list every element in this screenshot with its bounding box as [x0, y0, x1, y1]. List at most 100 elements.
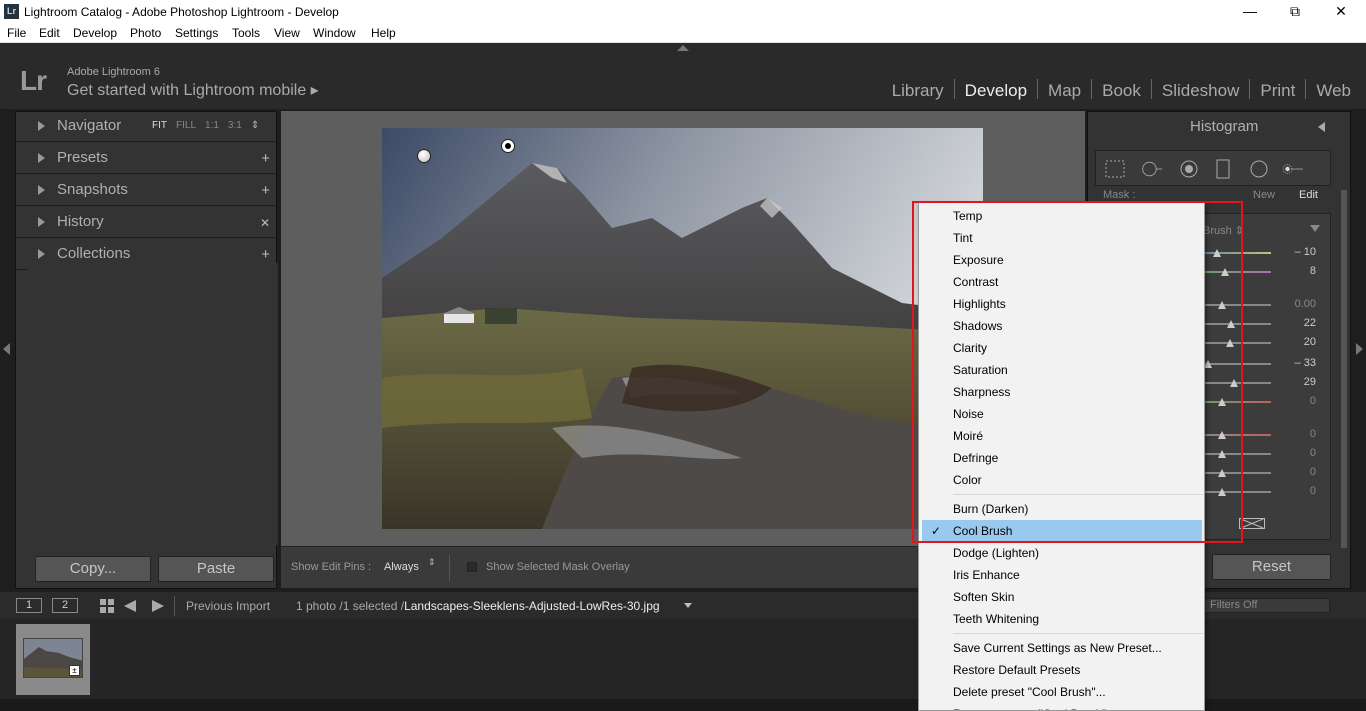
paste-button[interactable]: Paste [158, 556, 274, 582]
menu-item-rename-preset[interactable]: Rename preset "Cool Brush"... [919, 703, 1204, 710]
menu-item-highlights[interactable]: Highlights [919, 293, 1204, 315]
menu-file[interactable]: File [7, 23, 26, 40]
crop-tool-icon[interactable] [1104, 159, 1126, 179]
sharpness-slider-thumb[interactable] [1218, 431, 1226, 439]
moire-slider[interactable] [1205, 472, 1271, 474]
close-icon[interactable]: ✕ [1318, 0, 1364, 23]
saturation-value[interactable]: 0 [1280, 395, 1316, 407]
collapse-triangle-icon[interactable] [1318, 122, 1325, 132]
add-preset-icon[interactable]: + [261, 150, 270, 167]
module-print[interactable]: Print [1260, 81, 1295, 101]
menu-item-restore-presets[interactable]: Restore Default Presets [919, 659, 1204, 681]
landscape-photo[interactable] [382, 128, 983, 529]
tint-value[interactable]: 8 [1280, 265, 1316, 277]
graduated-filter-icon[interactable] [1212, 159, 1234, 179]
module-library[interactable]: Library [892, 81, 944, 101]
shadows-value[interactable]: – 33 [1280, 357, 1316, 369]
noise-slider[interactable] [1205, 453, 1271, 455]
sharpness-slider[interactable] [1205, 434, 1271, 436]
menu-item-teeth-whitening[interactable]: Teeth Whitening [919, 608, 1204, 630]
sharpness-value[interactable]: 0 [1280, 428, 1316, 440]
menu-tools[interactable]: Tools [232, 23, 260, 40]
contrast-slider[interactable] [1205, 323, 1271, 325]
show-edit-pins-select[interactable]: Always [384, 561, 419, 573]
zoom-3-1[interactable]: 3:1 [228, 120, 242, 131]
shadows-slider-thumb[interactable] [1204, 360, 1212, 368]
tint-slider[interactable] [1205, 271, 1271, 273]
collapse-left-panel-icon[interactable] [3, 343, 10, 355]
zoom-arrow-icon[interactable]: ⇕ [251, 120, 259, 131]
contrast-slider-thumb[interactable] [1227, 320, 1235, 328]
effect-selector[interactable]: Brush ⇕ [1203, 224, 1244, 237]
copy-button[interactable]: Copy... [35, 556, 151, 582]
menu-item-iris-enhance[interactable]: Iris Enhance [919, 564, 1204, 586]
selected-filename[interactable]: Landscapes-Sleeklens-Adjusted-LowRes-30.… [404, 599, 659, 613]
history-header[interactable]: History ✕ [16, 208, 278, 238]
grid-view-icon[interactable] [100, 599, 114, 613]
next-arrow-icon[interactable] [152, 600, 164, 612]
saturation-slider[interactable] [1205, 401, 1271, 403]
menu-settings[interactable]: Settings [175, 23, 218, 40]
spot-removal-icon[interactable] [1141, 159, 1163, 179]
collapse-right-panel-icon[interactable] [1356, 343, 1363, 355]
menu-item-burn-darken[interactable]: Burn (Darken) [919, 498, 1204, 520]
secondary-window-button[interactable]: 2 [52, 598, 78, 613]
highlights-value[interactable]: 20 [1280, 336, 1316, 348]
menu-item-moire[interactable]: Moiré [919, 425, 1204, 447]
adjustment-pin-selected[interactable] [501, 139, 515, 153]
menu-item-soften-skin[interactable]: Soften Skin [919, 586, 1204, 608]
snapshots-header[interactable]: Snapshots + [16, 176, 278, 206]
adjustment-brush-icon[interactable] [1282, 159, 1304, 179]
add-collection-icon[interactable]: + [261, 246, 270, 263]
menu-window[interactable]: Window [313, 23, 356, 40]
menu-item-clarity[interactable]: Clarity [919, 337, 1204, 359]
menu-item-exposure[interactable]: Exposure [919, 249, 1204, 271]
minimize-icon[interactable]: — [1227, 0, 1273, 23]
noise-slider-thumb[interactable] [1218, 450, 1226, 458]
module-book[interactable]: Book [1102, 81, 1141, 101]
zoom-fill[interactable]: FILL [176, 120, 196, 131]
defringe-value[interactable]: 0 [1280, 485, 1316, 497]
brush-color-swatch[interactable] [1239, 518, 1265, 529]
previous-arrow-icon[interactable] [124, 600, 136, 612]
red-eye-icon[interactable] [1178, 159, 1200, 179]
module-develop[interactable]: Develop [965, 81, 1027, 101]
module-map[interactable]: Map [1048, 81, 1081, 101]
menu-item-cool-brush[interactable]: ✓ Cool Brush [922, 520, 1202, 542]
module-web[interactable]: Web [1316, 81, 1351, 101]
menu-item-defringe[interactable]: Defringe [919, 447, 1204, 469]
main-window-button[interactable]: 1 [16, 598, 42, 613]
exposure-slider[interactable] [1205, 304, 1271, 306]
effect-dropdown-icon[interactable] [1310, 225, 1320, 232]
menu-item-noise[interactable]: Noise [919, 403, 1204, 425]
menu-item-temp[interactable]: Temp [919, 205, 1204, 227]
clear-history-icon[interactable]: ✕ [260, 216, 270, 230]
zoom-fit[interactable]: FIT [152, 120, 167, 131]
histogram-header[interactable]: Histogram [1190, 118, 1258, 135]
navigator-header[interactable]: Navigator FIT FILL 1:1 3:1 ⇕ [16, 112, 278, 142]
menu-help[interactable]: Help [371, 23, 396, 40]
exposure-value[interactable]: 0.00 [1280, 298, 1316, 310]
menu-item-sharpness[interactable]: Sharpness [919, 381, 1204, 403]
highlights-slider-thumb[interactable] [1226, 339, 1234, 347]
noise-value[interactable]: 0 [1280, 447, 1316, 459]
menu-develop[interactable]: Develop [73, 23, 117, 40]
right-panel-scrollbar[interactable] [1341, 190, 1347, 548]
menu-view[interactable]: View [274, 23, 300, 40]
zoom-1-1[interactable]: 1:1 [205, 120, 219, 131]
shadows-slider[interactable] [1205, 363, 1271, 365]
menu-item-saturation[interactable]: Saturation [919, 359, 1204, 381]
filter-select[interactable]: Filters Off [1204, 598, 1330, 613]
contrast-value[interactable]: 22 [1280, 317, 1316, 329]
highlights-slider[interactable] [1205, 342, 1271, 344]
clarity-value[interactable]: 29 [1280, 376, 1316, 388]
menu-item-contrast[interactable]: Contrast [919, 271, 1204, 293]
filename-dropdown-icon[interactable] [684, 603, 692, 608]
clarity-slider[interactable] [1205, 382, 1271, 384]
menu-item-delete-preset[interactable]: Delete preset "Cool Brush"... [919, 681, 1204, 703]
menu-item-save-preset[interactable]: Save Current Settings as New Preset... [919, 637, 1204, 659]
mask-edit-button[interactable]: Edit [1299, 189, 1318, 201]
defringe-slider[interactable] [1205, 491, 1271, 493]
collapse-top-panel-icon[interactable] [677, 45, 689, 51]
filmstrip-source[interactable]: Previous Import [186, 599, 270, 613]
